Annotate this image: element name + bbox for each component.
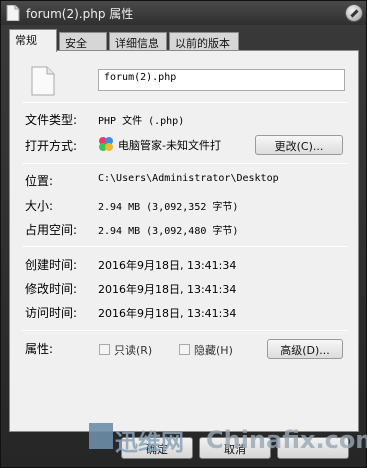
opens-with-value: 电脑管家-未知文件打 [118, 139, 221, 152]
tab-strip: 常规 安全 详细信息 以前的版本 [9, 29, 359, 52]
change-button[interactable]: 更改(C)... [255, 135, 343, 155]
divider [22, 246, 348, 247]
created-value: 2016年9月18日, 13:41:34 [98, 259, 237, 272]
divider [22, 163, 348, 164]
advanced-button[interactable]: 高级(D)... [267, 339, 343, 359]
tab-general[interactable]: 常规 [9, 29, 57, 52]
readonly-checkbox[interactable] [99, 344, 110, 355]
file-name-input[interactable]: forum(2).php [98, 69, 345, 91]
size-value: 2.94 MB (3,092,352 字节) [98, 202, 239, 213]
location-value: C:\Users\Administrator\Desktop [98, 173, 279, 184]
ok-button[interactable]: 确定 [121, 437, 193, 459]
attributes-label: 属性: [25, 342, 54, 356]
created-label: 创建时间: [25, 258, 78, 272]
modified-label: 修改时间: [25, 282, 78, 296]
tab-previous-versions[interactable]: 以前的版本 [169, 32, 239, 51]
divider [22, 102, 348, 103]
cancel-button[interactable]: 取消 [199, 437, 271, 459]
file-type-value: PHP 文件 (.php) [98, 116, 185, 127]
size-on-disk-label: 占用空间: [25, 223, 78, 237]
accessed-label: 访问时间: [25, 306, 78, 320]
hidden-checkbox[interactable] [179, 344, 190, 355]
size-label: 大小: [25, 199, 54, 213]
divider [22, 330, 348, 331]
window-title: forum(2).php 属性 [26, 7, 134, 21]
close-icon [350, 9, 359, 18]
apply-button[interactable] [277, 437, 349, 459]
tab-details[interactable]: 详细信息 [109, 32, 167, 51]
app-icon [98, 136, 114, 152]
hidden-label[interactable]: 隐藏(H) [194, 342, 233, 358]
file-type-label: 文件类型: [25, 113, 78, 127]
title-bar[interactable]: forum(2).php 属性 [1, 1, 366, 25]
size-on-disk-value: 2.94 MB (3,092,480 字节) [98, 226, 239, 237]
opens-with-label: 打开方式: [25, 139, 78, 153]
properties-window: forum(2).php 属性 常规 安全 详细信息 以前的版本 forum(2… [0, 0, 367, 468]
tab-security[interactable]: 安全 [59, 32, 107, 51]
modified-value: 2016年9月18日, 13:41:34 [98, 283, 237, 296]
file-large-icon [31, 66, 55, 96]
accessed-value: 2016年9月18日, 13:41:34 [98, 307, 237, 320]
general-panel: forum(2).php 文件类型: PHP 文件 (.php) 打开方式: 电… [9, 50, 359, 432]
readonly-label[interactable]: 只读(R) [114, 342, 152, 358]
location-label: 位置: [25, 174, 54, 188]
file-icon [6, 4, 20, 22]
close-button[interactable] [345, 4, 363, 22]
